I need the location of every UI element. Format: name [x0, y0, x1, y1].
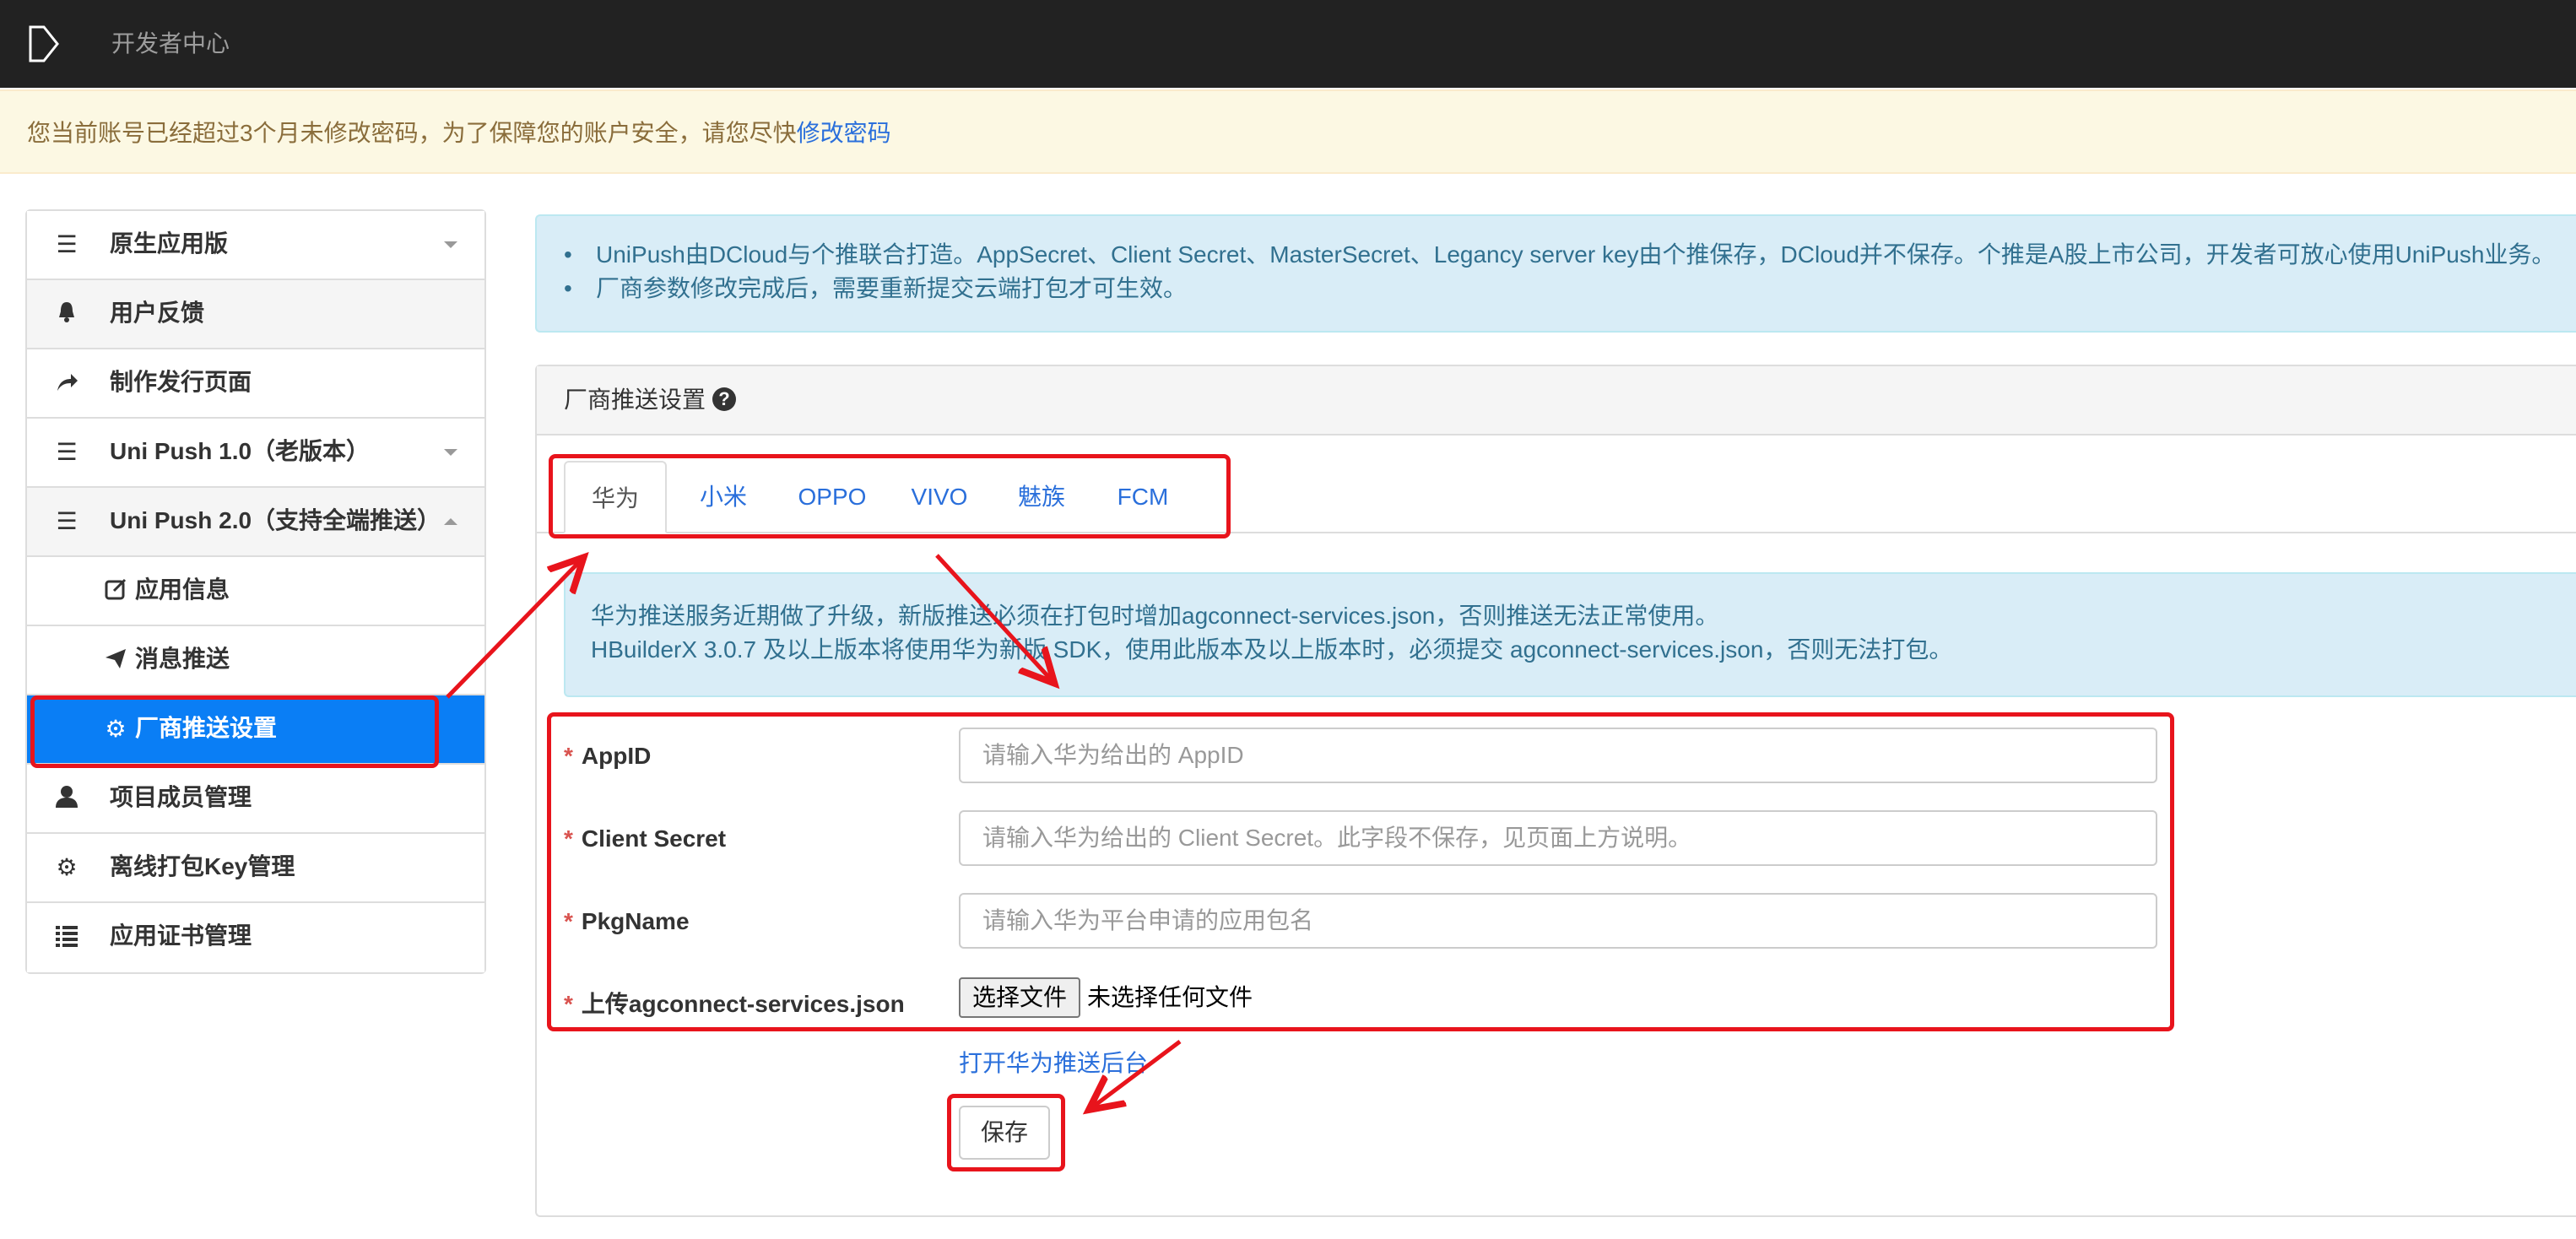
file-status: 未选择任何文件 [1087, 984, 1253, 1010]
info-item: UniPush由DCloud与个推联合打造。AppSecret、Client S… [564, 238, 2555, 272]
sidebar-item-label: Uni Push 2.0（支持全端推送） [110, 507, 441, 533]
tab-xiaomi[interactable]: 小米 [677, 461, 770, 533]
top-navbar: 开发者中心 [0, 0, 2576, 88]
password-warning-banner: 您当前账号已经超过3个月未修改密码，为了保障您的账户安全，请您尽快修改密码 [0, 89, 2576, 174]
change-password-link[interactable]: 修改密码 [797, 120, 891, 146]
share-arrow-icon [52, 369, 81, 398]
sidebar-item-feedback[interactable]: 用户反馈 [27, 280, 484, 349]
client-secret-input[interactable] [959, 810, 2157, 866]
sidebar-item-label: 用户反馈 [110, 300, 205, 326]
client-secret-label: * Client Secret [564, 825, 727, 852]
sidebar-item-label: 原生应用版 [110, 230, 229, 257]
user-icon [52, 784, 81, 813]
sidebar-item-unipush-2[interactable]: ☰ Uni Push 2.0（支持全端推送） [27, 488, 484, 557]
list-icon [52, 922, 81, 951]
chevron-down-icon [444, 241, 457, 248]
sidebar-item-label: 消息推送 [135, 646, 230, 672]
pkgname-input[interactable] [959, 893, 2157, 949]
sidebar-item-vendor-push-settings[interactable]: ⚙ 厂商推送设置 [27, 695, 484, 765]
gear-icon: ⚙ [56, 854, 78, 880]
tab-fcm[interactable]: FCM [1099, 461, 1187, 533]
huawei-notice-line: HBuilderX 3.0.7 及以上版本将使用华为新版 SDK，使用此版本及以… [591, 636, 1953, 663]
vendor-push-panel: 厂商推送设置 ? 华为 小米 OPPO VIVO 魅族 FCM 华为推送服务近期… [535, 365, 2576, 1217]
sidebar-item-label: 制作发行页面 [110, 369, 252, 395]
sidebar-item-offline-key[interactable]: ⚙ 离线打包Key管理 [27, 834, 484, 903]
bell-icon [52, 300, 81, 328]
save-button[interactable]: 保存 [959, 1106, 1051, 1160]
unipush-info-box: UniPush由DCloud与个推联合打造。AppSecret、Client S… [535, 214, 2576, 333]
appid-label: * AppID [564, 743, 652, 769]
info-item: 厂商参数修改完成后，需要重新提交云端打包才可生效。 [564, 272, 1187, 306]
menu-icon: ☰ [56, 231, 78, 257]
sidebar-item-label: 应用证书管理 [110, 922, 252, 949]
sidebar-item-label: 离线打包Key管理 [110, 853, 295, 879]
sidebar-item-native-app[interactable]: ☰ 原生应用版 [27, 211, 484, 280]
tab-huawei[interactable]: 华为 [564, 461, 667, 533]
sidebar-item-label: Uni Push 1.0（老版本） [110, 438, 371, 464]
sidebar-item-label: 应用信息 [135, 576, 230, 603]
sidebar-item-members[interactable]: 项目成员管理 [27, 765, 484, 834]
sidebar-item-certificates[interactable]: 应用证书管理 [27, 903, 484, 972]
sidebar-item-label: 项目成员管理 [110, 784, 252, 810]
pkgname-label: * PkgName [564, 908, 690, 934]
open-huawei-push-console-link[interactable]: 打开华为推送后台 [959, 1047, 1148, 1080]
tab-oppo[interactable]: OPPO [783, 461, 881, 533]
sidebar: ☰ 原生应用版 用户反馈 制作发行页面 ☰ Uni Push 1.0（老版本） … [25, 209, 486, 974]
edit-icon [101, 576, 130, 605]
warning-message: 您当前账号已经超过3个月未修改密码，为了保障您的账户安全，请您尽快 [27, 120, 797, 146]
panel-header: 厂商推送设置 ? [537, 366, 2576, 436]
send-icon [101, 646, 130, 674]
appid-input[interactable] [959, 728, 2157, 783]
sidebar-item-label: 厂商推送设置 [135, 715, 278, 741]
tab-meizu[interactable]: 魅族 [999, 461, 1084, 533]
nav-title[interactable]: 开发者中心 [111, 25, 230, 62]
huawei-notice-line: 华为推送服务近期做了升级，新版推送必须在打包时增加agconnect-servi… [591, 603, 1719, 629]
menu-icon: ☰ [56, 439, 78, 465]
sidebar-item-message-push[interactable]: 消息推送 [27, 626, 484, 695]
tab-vivo[interactable]: VIVO [895, 461, 984, 533]
help-icon[interactable]: ? [712, 387, 736, 411]
sidebar-item-release-page[interactable]: 制作发行页面 [27, 349, 484, 419]
upload-label: * 上传agconnect-services.json [564, 991, 905, 1017]
huawei-notice: 华为推送服务近期做了升级，新版推送必须在打包时增加agconnect-servi… [564, 572, 2576, 697]
gear-icon: ⚙ [105, 716, 127, 742]
logo-icon[interactable] [24, 24, 64, 64]
chevron-down-icon [444, 449, 457, 456]
sidebar-item-app-info[interactable]: 应用信息 [27, 557, 484, 626]
panel-title: 厂商推送设置 [564, 387, 706, 413]
menu-icon: ☰ [56, 508, 78, 534]
sidebar-item-unipush-1[interactable]: ☰ Uni Push 1.0（老版本） [27, 419, 484, 488]
chevron-up-icon [444, 518, 457, 525]
choose-file-button[interactable]: 选择文件 [959, 977, 1081, 1018]
warning-text: 您当前账号已经超过3个月未修改密码，为了保障您的账户安全，请您尽快修改密码 [27, 116, 891, 150]
